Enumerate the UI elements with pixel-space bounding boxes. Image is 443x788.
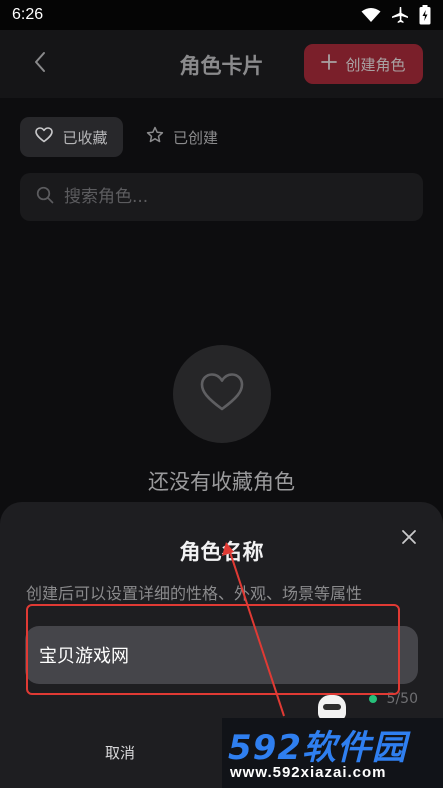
watermark-url: www.592xiazai.com [230, 764, 387, 781]
annotation-arrow [222, 542, 285, 717]
watermark: 592软件园 www.592xiazai.com [222, 718, 443, 788]
watermark-brand: 592软件园 [228, 728, 407, 768]
status-dot [369, 695, 377, 703]
